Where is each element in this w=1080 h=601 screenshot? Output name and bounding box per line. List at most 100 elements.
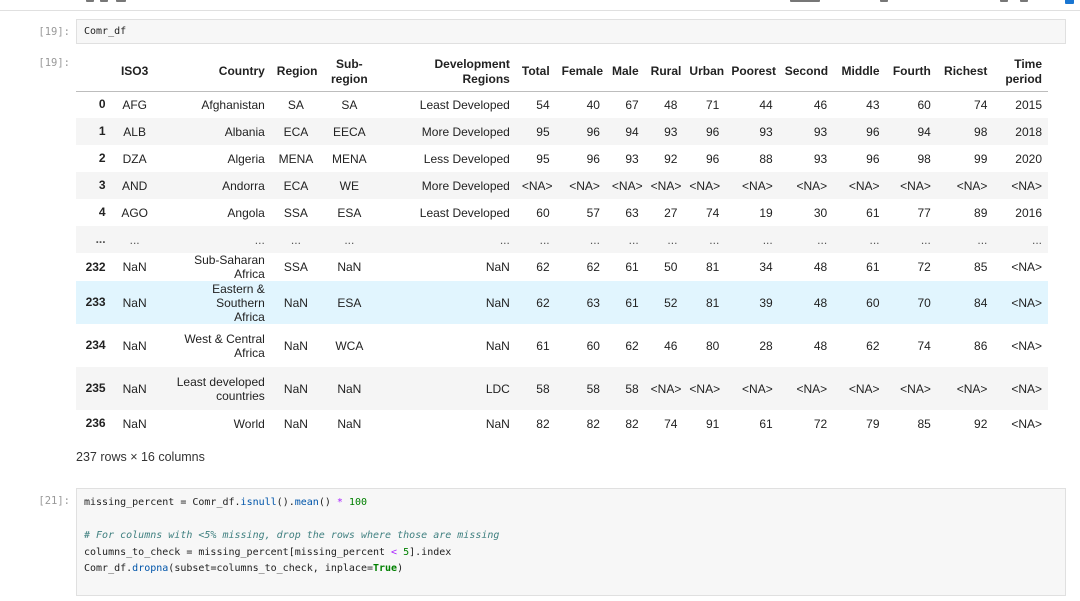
column-header: Richest — [936, 53, 994, 92]
table-cell: <NA> — [742, 381, 773, 396]
table-cell: 92 — [974, 416, 988, 431]
table-row: 4 AGO Angola SSA ESA Least Developed 60 57 63 27 7… — [76, 199, 1048, 226]
table-cell: ... — [290, 232, 301, 247]
table-cell: Angola — [227, 205, 265, 220]
table-cell: ... — [539, 232, 550, 247]
table-cell: 40 — [586, 97, 600, 112]
table-cell: 62 — [866, 338, 880, 353]
table-cell: <NA> — [650, 381, 682, 396]
code-line: columns_to_check = missing_percent[missi… — [84, 546, 452, 558]
table-cell: 2020 — [1015, 151, 1042, 166]
table-cell: AND — [121, 178, 148, 193]
table-cell: 19 — [759, 205, 773, 220]
table-cell: <NA> — [650, 178, 682, 193]
toolbar-icon[interactable] — [1020, 0, 1028, 2]
toolbar-icon[interactable] — [116, 0, 126, 2]
table-cell: 62 — [586, 260, 600, 274]
table-cell: 48 — [813, 338, 828, 353]
table-cell: <NA> — [689, 178, 721, 193]
row-index: ... — [95, 232, 106, 246]
table-cell: <NA> — [956, 381, 988, 396]
table-cell: 94 — [917, 124, 931, 139]
table-cell: ... — [628, 232, 639, 247]
table-cell: NaN — [485, 260, 510, 274]
row-index: 1 — [98, 124, 106, 138]
toolbar-strip — [0, 0, 1080, 11]
dataframe-table: ISO3 Country Region Sub-region Development Re… — [76, 53, 1048, 437]
table-cell: 27 — [664, 205, 678, 220]
table-cell: 48 — [813, 260, 828, 274]
row-index: 236 — [85, 416, 106, 430]
table-cell: World — [233, 416, 265, 431]
table-cell: NaN — [485, 338, 510, 353]
table-cell: Afghanistan — [201, 97, 265, 112]
toolbar-icon[interactable] — [86, 0, 94, 2]
code-cell-input[interactable]: Comr_df — [76, 19, 1066, 44]
table-cell: Least developed countries — [176, 374, 265, 403]
table-cell: 96 — [866, 124, 880, 139]
table-cell: <NA> — [848, 178, 880, 193]
table-cell: 62 — [536, 295, 550, 310]
table-row: 2 DZA Algeria MENA MENA Less Developed 95 96 93 9… — [76, 145, 1048, 172]
table-cell: 39 — [759, 295, 773, 310]
table-cell: 93 — [625, 151, 639, 166]
table-cell: <NA> — [900, 178, 931, 193]
row-index: 235 — [85, 381, 106, 395]
table-cell: MENA — [332, 151, 367, 166]
column-header: ISO3 — [111, 53, 158, 92]
table-cell: ... — [1031, 232, 1042, 247]
table-cell: 60 — [586, 338, 600, 353]
table-row: 3 AND Andorra ECA WE More Developed <NA> <NA> <N… — [76, 172, 1048, 199]
table-cell: <NA> — [796, 381, 828, 396]
table-cell: 52 — [664, 295, 678, 310]
table-cell: 95 — [536, 124, 550, 139]
table-cell: 96 — [705, 151, 720, 166]
table-cell: NaN — [283, 381, 308, 396]
code-cell-input[interactable]: missing_percent = Comr_df.isnull().mean(… — [76, 488, 1066, 596]
table-cell: ESA — [337, 295, 362, 310]
table-row: 233 NaN Eastern & Southern Africa NaN ESA NaN 6… — [76, 281, 1048, 324]
table-cell: 96 — [705, 124, 720, 139]
toolbar-icon[interactable] — [100, 0, 108, 2]
toolbar-icon[interactable] — [1000, 0, 1008, 2]
table-cell: SSA — [283, 260, 308, 274]
column-header: Second — [778, 53, 834, 92]
output-prompt: [19]: — [38, 57, 70, 69]
toolbar-icon[interactable] — [880, 0, 888, 2]
table-cell: 62 — [536, 260, 550, 274]
table-row: 1 ALB Albania ECA EECA More Developed 95 96 94 93… — [76, 118, 1048, 145]
table-cell: 74 — [917, 338, 931, 353]
code-line: missing_percent = Comr_df.isnull().mean(… — [84, 497, 368, 508]
table-cell: 99 — [974, 151, 988, 166]
index-header — [76, 53, 112, 92]
code-line: Comr_df.dropna(subset=columns_to_check, … — [84, 563, 404, 574]
dataframe-summary: 237 rows × 16 columns — [76, 450, 205, 464]
table-cell: 46 — [813, 97, 828, 112]
table-cell: 48 — [664, 97, 678, 112]
table-cell: 82 — [625, 416, 639, 431]
table-cell: EECA — [332, 124, 366, 139]
table-cell: AFG — [122, 97, 147, 112]
table-cell: West & Central Africa — [184, 331, 265, 360]
table-cell: ... — [254, 232, 265, 247]
table-cell: Eastern & Southern Africa — [212, 281, 265, 324]
table-cell: SSA — [283, 205, 308, 220]
table-cell: 28 — [759, 338, 773, 353]
table-cell: 60 — [536, 205, 550, 220]
cell-status-icon[interactable] — [1065, 0, 1074, 4]
column-header: Sub-region — [321, 53, 378, 92]
table-cell: 91 — [705, 416, 720, 431]
table-cell: 60 — [866, 295, 880, 310]
table-cell: Andorra — [222, 178, 265, 193]
toolbar-icon[interactable] — [790, 0, 820, 2]
table-cell: <NA> — [956, 178, 988, 193]
table-cell: NaN — [122, 381, 147, 396]
table-cell: 74 — [974, 97, 988, 112]
table-cell: 72 — [813, 416, 828, 431]
table-cell: 94 — [625, 124, 639, 139]
table-cell: Least Developed — [419, 97, 510, 112]
table-cell: NaN — [122, 295, 147, 310]
table-cell: <NA> — [1011, 338, 1042, 353]
column-header: Fourth — [885, 53, 937, 92]
table-cell: WCA — [335, 338, 364, 353]
